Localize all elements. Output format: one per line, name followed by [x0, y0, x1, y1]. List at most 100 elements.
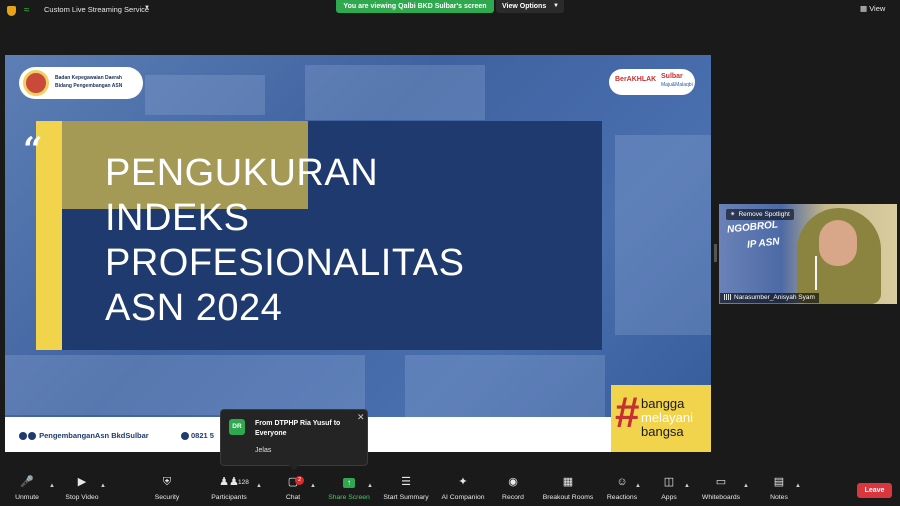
notes-button[interactable]: ▤ Notes [766, 472, 792, 505]
chevron-down-icon: ▼ [553, 3, 559, 9]
record-button[interactable]: ◉ Record [500, 472, 526, 505]
chevron-up-icon[interactable]: ▲ [367, 483, 373, 489]
avatar: DR [229, 419, 245, 435]
sparkle-icon: ✦ [458, 476, 468, 488]
view-icon: ▦ [860, 4, 868, 13]
social-handle-text: PengembanganAsn BkdSulbar [39, 431, 149, 440]
phone-text: 0821 5 [191, 431, 214, 440]
leave-button[interactable]: Leave [857, 483, 892, 498]
breakout-rooms-label: Breakout Rooms [542, 494, 594, 501]
view-options-button[interactable]: View Options ▼ [496, 0, 564, 13]
title-line: PROFESIONALITAS [105, 242, 465, 284]
apps-button[interactable]: ◫ Apps [658, 472, 680, 505]
live-stream-icon: ≈ [24, 5, 30, 16]
zoom-meeting-window: ≈ Custom Live Streaming Service ▼ You ar… [0, 0, 900, 506]
stop-video-label: Stop Video [65, 494, 99, 501]
berakhlak-text: BerAKHLAK [615, 76, 657, 83]
panel-resize-handle[interactable] [714, 244, 717, 262]
signal-strength-icon [724, 294, 731, 301]
stop-video-button[interactable]: ▶ Stop Video [62, 472, 102, 505]
pin-icon: ✴ [730, 211, 736, 218]
hashtag-line: bangsa [641, 424, 684, 439]
summary-icon: ☰ [401, 476, 411, 488]
title-line: INDEKS [105, 197, 250, 239]
chat-label: Chat [285, 494, 301, 501]
security-shield-icon[interactable] [7, 6, 16, 16]
view-options-label: View Options [502, 3, 547, 10]
share-screen-button[interactable]: ↑ Share Screen [326, 472, 372, 505]
government-seal-icon [23, 70, 49, 96]
ai-companion-label: AI Companion [441, 494, 485, 501]
participants-button[interactable]: ♟♟ Participants [208, 472, 250, 505]
chevron-up-icon[interactable]: ▲ [49, 483, 55, 489]
chevron-up-icon[interactable]: ▲ [100, 483, 106, 489]
remove-spotlight-button[interactable]: ✴ Remove Spotlight [726, 209, 794, 220]
chevron-up-icon[interactable]: ▲ [310, 483, 316, 489]
shield-icon: ⛨ [162, 476, 172, 488]
view-button[interactable]: ▦ View [860, 4, 885, 13]
ai-companion-button[interactable]: ✦ AI Companion [438, 472, 488, 505]
background-text: IP ASN [746, 236, 781, 251]
view-label: View [869, 4, 886, 13]
start-summary-button[interactable]: ☰ Start Summary [380, 472, 432, 505]
notes-icon: ▤ [773, 476, 785, 488]
share-screen-label: Share Screen [328, 494, 370, 501]
chat-unread-badge: 2 [295, 476, 304, 485]
video-camera-icon: ▶ [77, 476, 87, 488]
start-summary-label: Start Summary [383, 494, 429, 501]
sulbar-subtext: Maju&Malaqbi [661, 82, 693, 88]
share-screen-icon: ↑ [326, 476, 372, 488]
social-handle: PengembanganAsn BkdSulbar [19, 431, 149, 441]
earphone-wire [815, 256, 817, 290]
hashtag-line: bangga [641, 396, 685, 411]
slide-title: PENGUKURAN INDEKS PROFESIONALITAS ASN 20… [105, 151, 505, 331]
participant-count: 128 [238, 479, 249, 486]
participant-name: Narasumber_Anisyah Syam [734, 294, 815, 301]
apps-label: Apps [661, 494, 677, 501]
berakhlak-logo: BerAKHLAK Sulbar Maju&Malaqbi [609, 69, 695, 95]
chat-notification-popup[interactable]: DR From DTPHP Ria Yusuf to Everyone Jela… [220, 409, 368, 471]
speaker-face [819, 220, 857, 266]
org-name-line1: Badan Kepegawaian Daerah [55, 75, 122, 81]
org-name-line2: Bidang Pengembangan ASN [55, 83, 123, 89]
top-bar: ≈ Custom Live Streaming Service ▼ You ar… [0, 0, 900, 22]
hashtag-text: bangga melayani bangsa [641, 397, 693, 439]
close-icon[interactable]: ✕ [357, 412, 365, 423]
chevron-up-icon[interactable]: ▲ [635, 483, 641, 489]
meeting-toolbar: 🎤 Unmute ▲ ▶ Stop Video ▲ ⛨ Security ♟♟ … [0, 470, 900, 506]
chevron-up-icon[interactable]: ▲ [795, 483, 801, 489]
remove-spotlight-label: Remove Spotlight [738, 211, 790, 218]
chevron-up-icon[interactable]: ▲ [684, 483, 690, 489]
unmute-button[interactable]: 🎤 Unmute [8, 472, 46, 505]
breakout-rooms-button[interactable]: ▦ Breakout Rooms [540, 472, 596, 505]
whatsapp-icon [181, 432, 189, 441]
hashtag-line: melayani [641, 410, 694, 425]
reactions-label: Reactions [606, 494, 638, 501]
chat-message: Jelas [255, 447, 272, 454]
security-button[interactable]: ⛨ Security [150, 472, 184, 505]
instagram-icon [19, 432, 27, 441]
whiteboards-button[interactable]: ▭ Whiteboards [700, 472, 742, 505]
whiteboards-label: Whiteboards [701, 494, 741, 501]
shared-screen-slide: Badan Kepegawaian Daerah Bidang Pengemba… [5, 55, 711, 452]
viewing-screen-banner: You are viewing Qalbi BKD Sulbar's scree… [336, 0, 494, 13]
chevron-up-icon[interactable]: ▲ [256, 483, 262, 489]
background-text: NGOBROL [726, 219, 779, 236]
record-icon: ◉ [508, 476, 518, 488]
phone-contact: 0821 5 [181, 431, 214, 441]
participants-label: Participants [211, 494, 247, 501]
apps-icon: ◫ [663, 476, 675, 488]
sulbar-text: Sulbar [661, 73, 683, 80]
notes-label: Notes [770, 494, 788, 501]
title-line: PENGUKURAN [105, 152, 379, 194]
whiteboard-icon: ▭ [715, 476, 727, 488]
org-logo-badge: Badan Kepegawaian Daerah Bidang Pengemba… [19, 67, 143, 99]
facebook-icon [28, 432, 36, 441]
hashtag-banner: # bangga melayani bangsa [611, 385, 711, 452]
chevron-up-icon[interactable]: ▲ [743, 483, 749, 489]
hashtag-icon: # [615, 388, 640, 437]
title-line: ASN 2024 [105, 287, 283, 329]
chevron-down-icon[interactable]: ▼ [144, 5, 150, 11]
unmute-label: Unmute [15, 494, 39, 501]
live-stream-label[interactable]: Custom Live Streaming Service [44, 5, 149, 14]
